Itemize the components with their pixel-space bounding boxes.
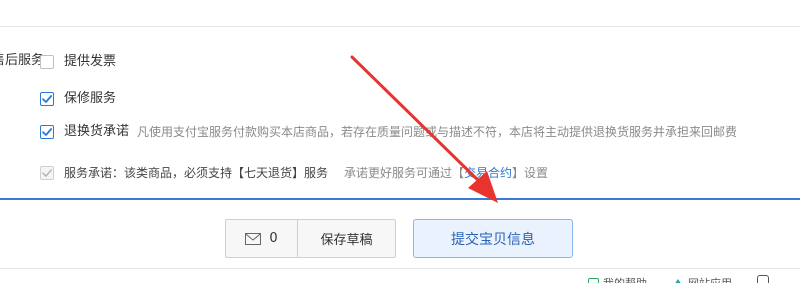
settings-item[interactable] [757, 275, 773, 283]
publish-item-page: 售后服务 提供发票 保修服务 退换货承诺 凡使用支付宝服务付款购买本店商品，若存… [0, 0, 800, 283]
mail-icon [245, 232, 262, 245]
promise-hint-suffix: 】设置 [512, 166, 549, 180]
warranty-row[interactable]: 保修服务 [40, 89, 116, 109]
check-icon [42, 95, 53, 103]
apps-label: 网站应用 [688, 275, 732, 283]
apps-item[interactable]: 网站应用 [672, 275, 732, 283]
message-count: 0 [269, 231, 278, 246]
trade-contract-link[interactable]: 交易合约 [464, 166, 512, 180]
invoice-label: 提供发票 [64, 54, 117, 69]
draft-button-group: 0 保存草稿 [225, 219, 396, 258]
top-divider [0, 26, 800, 27]
return-checkbox[interactable] [40, 125, 54, 139]
help-item[interactable]: 我的帮助 [588, 275, 647, 283]
promise-hint: 承诺更好服务可通过【交易合约】设置 [344, 163, 548, 183]
warranty-checkbox[interactable] [40, 92, 54, 106]
save-draft-button[interactable]: 保存草稿 [298, 220, 395, 257]
section-label: 售后服务 [0, 53, 45, 68]
promise-label: 服务承诺：该类商品，必须支持【七天退货】服务 [64, 166, 329, 180]
invoice-checkbox[interactable] [40, 55, 54, 69]
invoice-row[interactable]: 提供发票 [40, 52, 116, 72]
return-row[interactable]: 退换货承诺 凡使用支付宝服务付款购买本店商品，若存在质量问题或与描述不符，本店将… [40, 122, 737, 142]
check-icon [42, 128, 53, 136]
help-label: 我的帮助 [603, 275, 647, 283]
message-button[interactable]: 0 [226, 220, 298, 257]
submit-item-button[interactable]: 提交宝贝信息 [413, 219, 573, 258]
shield-icon [757, 275, 769, 283]
section-divider [0, 198, 800, 200]
promise-hint-prefix: 承诺更好服务可通过【 [344, 166, 465, 180]
help-icon [588, 277, 599, 283]
return-label: 退换货承诺 [64, 124, 130, 139]
apps-icon [672, 278, 684, 283]
promise-row: 服务承诺：该类商品，必须支持【七天退货】服务 承诺更好服务可通过【交易合约】设置 [40, 163, 548, 183]
promise-checkbox [40, 166, 54, 180]
check-icon [42, 169, 52, 177]
return-hint: 凡使用支付宝服务付款购买本店商品，若存在质量问题或与描述不符，本店将主动提供退换… [137, 125, 738, 139]
bottom-toolbar: 我的帮助 网站应用 [0, 268, 800, 283]
warranty-label: 保修服务 [64, 91, 117, 106]
